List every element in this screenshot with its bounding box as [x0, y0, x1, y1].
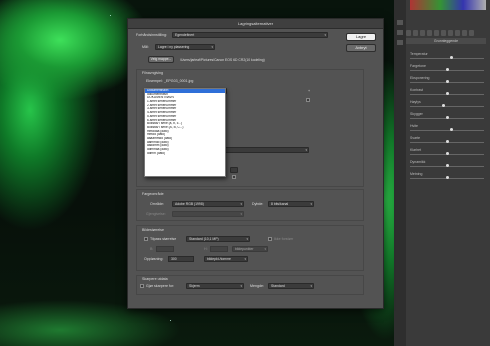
unit-select[interactable]: bildepunkter: [232, 246, 268, 252]
tool-icon[interactable]: [397, 40, 403, 45]
slider-track[interactable]: [410, 140, 484, 143]
destination-select[interactable]: Lagre i ny plassering: [155, 44, 215, 50]
slider-track[interactable]: [410, 164, 484, 167]
dialog-title: Lagringsalternativer: [128, 19, 383, 29]
width-input[interactable]: [156, 246, 174, 252]
adjustment-slider[interactable]: Fargetone: [410, 64, 484, 71]
tab-icon[interactable]: [413, 30, 418, 36]
slider-knob[interactable]: [446, 152, 449, 155]
example-label: Eksempel:: [146, 79, 163, 83]
height-input[interactable]: [210, 246, 228, 252]
histogram: [410, 0, 486, 10]
tab-icon[interactable]: [462, 30, 467, 36]
choose-folder-button[interactable]: Velg mappe...: [148, 56, 174, 63]
adjustment-slider[interactable]: Klarhet: [410, 148, 484, 155]
slider-track[interactable]: [410, 92, 484, 95]
no-enlarge-label: Ikke forstørr: [274, 237, 294, 241]
slider-track[interactable]: [410, 152, 484, 155]
slider-knob[interactable]: [446, 116, 449, 119]
slider-knob[interactable]: [449, 128, 453, 131]
resolution-unit-select[interactable]: bildepkt./tomme: [204, 256, 248, 262]
color-space-section: [136, 189, 364, 221]
adjustment-slider[interactable]: Metning: [410, 172, 484, 179]
cancel-button[interactable]: Avbryt: [346, 44, 376, 52]
sharpen-for-select[interactable]: Skjerm: [186, 283, 244, 289]
slider-knob[interactable]: [446, 80, 449, 83]
panel-tool-strip: [394, 0, 406, 346]
sharpen-checkbox[interactable]: [140, 284, 144, 288]
row-checkbox[interactable]: [306, 98, 310, 102]
slider-label: Temperatur: [410, 52, 428, 56]
destination-label: Mål:: [142, 45, 149, 49]
slider-knob[interactable]: [449, 56, 453, 59]
destination-path: /Users/jarleaf/Pictures/Canon EOS 6D CR2…: [180, 58, 265, 62]
slider-track[interactable]: [410, 104, 484, 107]
slider-label: Høylys: [410, 100, 421, 104]
slider-knob[interactable]: [446, 68, 449, 71]
depth-label: Dybde:: [252, 202, 264, 206]
tab-icon[interactable]: [427, 30, 432, 36]
sharpen-amount-label: Mengde:: [250, 284, 264, 288]
slider-track[interactable]: [410, 80, 484, 83]
example-value: _EPG03_0001.jpg: [164, 79, 194, 83]
tab-icon[interactable]: [448, 30, 453, 36]
tab-icon[interactable]: [441, 30, 446, 36]
color-space-heading: Fargeområde: [142, 192, 164, 196]
tab-icon[interactable]: [455, 30, 460, 36]
slider-track[interactable]: [410, 68, 484, 71]
image-size-heading: Bildestørrelse: [142, 228, 164, 232]
row-checkbox[interactable]: [232, 175, 236, 179]
file-naming-heading: Filnavngiving: [142, 71, 163, 75]
tool-icon[interactable]: [397, 20, 403, 25]
space-label: Område:: [150, 202, 164, 206]
panel-tabs[interactable]: [406, 30, 486, 38]
sharpen-heading: Skarpere utdata: [142, 277, 168, 281]
tab-icon[interactable]: [420, 30, 425, 36]
sharpen-amount-select[interactable]: Standard: [268, 283, 314, 289]
adjustment-slider[interactable]: Hvite: [410, 124, 484, 131]
plus-icon[interactable]: +: [308, 89, 310, 93]
resolution-label: Oppløsning:: [144, 257, 164, 261]
slider-track[interactable]: [410, 176, 484, 179]
panel-header: Grunnleggende: [406, 38, 486, 44]
adjustment-slider[interactable]: Svarte: [410, 136, 484, 143]
tab-icon[interactable]: [406, 30, 411, 36]
fit-checkbox[interactable]: [144, 237, 148, 241]
space-select[interactable]: Adobe RGB (1998): [172, 201, 244, 207]
slider-knob[interactable]: [446, 140, 449, 143]
adjustment-slider[interactable]: Temperatur: [410, 52, 484, 59]
adjustment-slider[interactable]: Dynamikk: [410, 160, 484, 167]
tab-icon[interactable]: [434, 30, 439, 36]
slider-track[interactable]: [410, 128, 484, 131]
slider-knob[interactable]: [446, 92, 449, 95]
adjustment-slider[interactable]: Høylys: [410, 100, 484, 107]
profile-select[interactable]: [172, 211, 244, 217]
save-button[interactable]: Lagre: [346, 33, 376, 41]
dropdown-option[interactable]: ddmm (dato): [145, 152, 225, 156]
slider-track[interactable]: [410, 116, 484, 119]
adjustment-slider[interactable]: Kontrast: [410, 88, 484, 95]
adjustment-slider[interactable]: Skygger: [410, 112, 484, 119]
preset-label: Forhåndsinnstilling:: [136, 33, 167, 37]
fit-label: Tilpass størrelse: [150, 237, 177, 241]
tab-icon[interactable]: [469, 30, 474, 36]
preset-select[interactable]: Egendefinert: [172, 32, 328, 38]
depth-select[interactable]: 8 bits/kanal: [268, 201, 314, 207]
sharpen-for-label: Gjør skarpere for:: [146, 284, 175, 288]
slider-knob[interactable]: [442, 104, 446, 107]
tool-icon[interactable]: [397, 30, 403, 35]
width-label: B:: [150, 247, 154, 251]
slider-label: Hvite: [410, 124, 418, 128]
adjustment-slider[interactable]: Eksponering: [410, 76, 484, 83]
profile-label: Gjengivelse:: [146, 212, 166, 216]
slider-knob[interactable]: [446, 176, 449, 179]
slider-track[interactable]: [410, 56, 484, 59]
height-label: H:: [204, 247, 208, 251]
no-enlarge-checkbox[interactable]: [268, 237, 272, 241]
naming-field-input[interactable]: [230, 167, 238, 173]
slider-knob[interactable]: [446, 164, 449, 167]
fit-select[interactable]: Standard (10,1 MP): [186, 236, 250, 242]
resolution-input[interactable]: 300: [168, 256, 194, 262]
file-naming-dropdown[interactable]: Dokumentnavn dokumentnavn DOKUMENTNAVN 1-si…: [144, 88, 226, 177]
